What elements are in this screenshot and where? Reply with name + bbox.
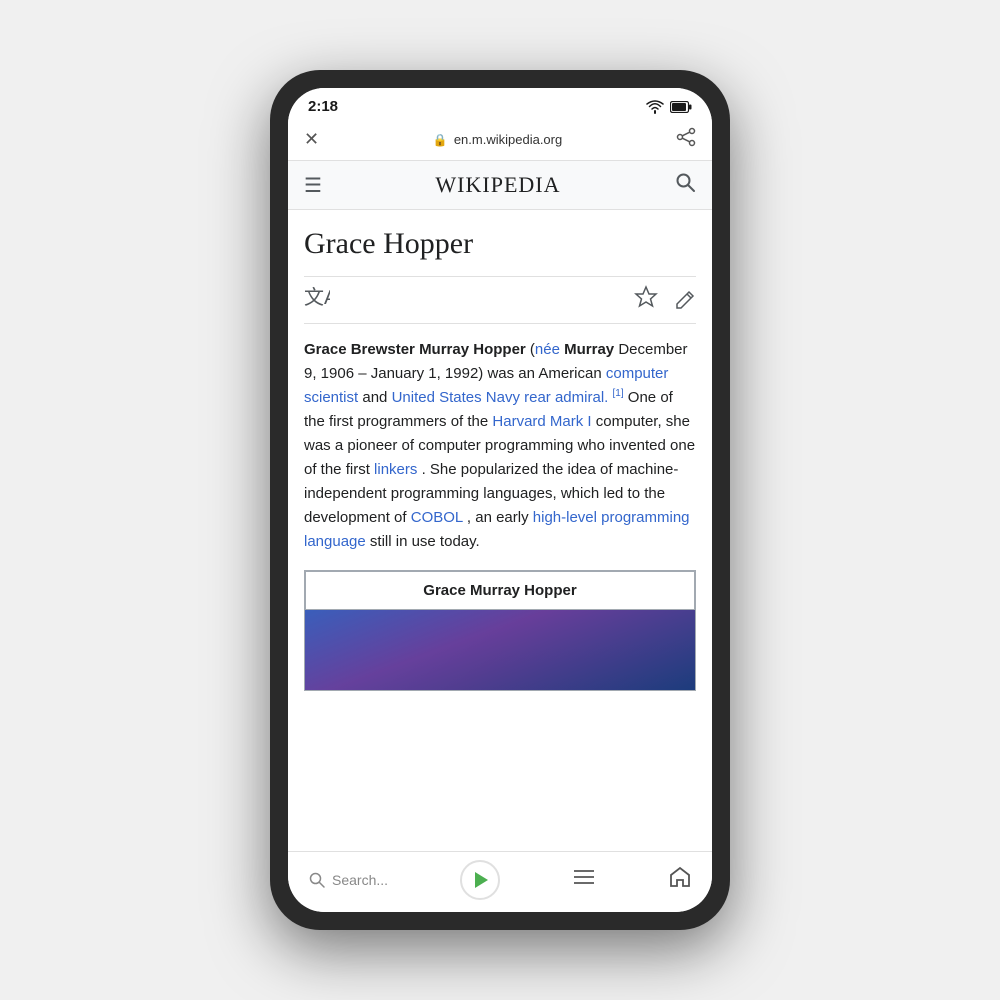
status-bar: 2:18 xyxy=(288,88,712,121)
translate-icon[interactable]: 文A xyxy=(304,286,330,314)
phone-device: 2:18 ✕ 🔒 xyxy=(270,70,730,930)
navy-admiral-link[interactable]: United States Navy rear admiral. xyxy=(392,389,609,406)
article-title: Grace Hopper xyxy=(304,226,696,262)
bookmark-star-icon[interactable] xyxy=(634,285,658,315)
harvard-mark-link[interactable]: Harvard Mark I xyxy=(492,413,591,430)
bottom-search-label: Search... xyxy=(332,872,388,888)
battery-icon xyxy=(670,101,692,113)
nee-link[interactable]: née xyxy=(535,341,560,358)
browser-bar: ✕ 🔒 en.m.wikipedia.org xyxy=(288,121,712,161)
wikipedia-header: ☰ WIKIPEDIA xyxy=(288,161,712,210)
browser-close-button[interactable]: ✕ xyxy=(304,129,319,150)
article-paragraph: Grace Brewster Murray Hopper (née Murray… xyxy=(304,338,696,554)
citation-1[interactable]: [1] xyxy=(613,388,624,399)
status-icons xyxy=(646,100,692,114)
article-bold-murray: Murray xyxy=(564,341,614,358)
phone-screen: 2:18 ✕ 🔒 xyxy=(288,88,712,912)
bottom-search[interactable]: Search... xyxy=(308,871,388,889)
list-icon[interactable] xyxy=(572,867,596,893)
menu-icon[interactable]: ☰ xyxy=(304,173,322,198)
edit-icon[interactable] xyxy=(674,287,696,314)
article-bold-name: Grace Brewster Murray Hopper xyxy=(304,341,526,358)
home-icon[interactable] xyxy=(668,865,692,895)
svg-text:文A: 文A xyxy=(304,286,330,308)
lock-icon: 🔒 xyxy=(433,133,448,147)
infobox-title: Grace Murray Hopper xyxy=(305,571,695,610)
wikipedia-logo[interactable]: WIKIPEDIA xyxy=(435,172,560,198)
article-content-area[interactable]: Grace Hopper 文A xyxy=(288,210,712,851)
bottom-search-icon xyxy=(308,871,326,889)
status-time: 2:18 xyxy=(308,98,338,115)
article-actions-bar: 文A xyxy=(304,276,696,324)
linkers-link[interactable]: linkers xyxy=(374,461,417,478)
url-text: en.m.wikipedia.org xyxy=(454,132,562,147)
wifi-icon xyxy=(646,100,664,114)
infobox-image-placeholder xyxy=(305,610,695,690)
infobox: Grace Murray Hopper xyxy=(304,570,696,691)
bottom-navigation: Search... xyxy=(288,851,712,912)
infobox-image xyxy=(305,610,695,690)
browser-url-bar[interactable]: 🔒 en.m.wikipedia.org xyxy=(331,132,664,147)
search-icon[interactable] xyxy=(674,171,696,199)
share-button[interactable] xyxy=(676,127,696,152)
play-button[interactable] xyxy=(460,860,500,900)
cobol-link[interactable]: COBOL xyxy=(411,509,463,526)
play-triangle-icon xyxy=(475,872,488,888)
